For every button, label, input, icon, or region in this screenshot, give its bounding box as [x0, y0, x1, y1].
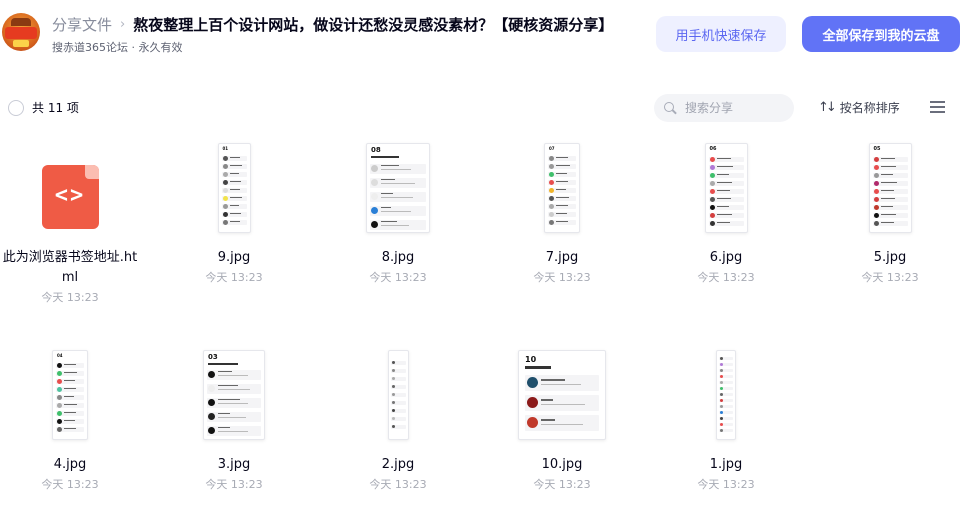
save-all-button[interactable]: 全部保存到我的云盘 — [802, 16, 960, 52]
file-item[interactable]: 2.jpg 今天 13:23 — [328, 343, 468, 494]
share-header: 分享文件 › 熬夜整理上百个设计网站，做设计还愁没灵感没素材？【硬核资源分享】 … — [0, 0, 970, 70]
image-preview: 03 — [203, 350, 265, 440]
file-time: 今天 13:23 — [533, 271, 591, 284]
file-thumbnail[interactable]: 10 — [492, 343, 632, 447]
code-icon: <> — [41, 165, 99, 229]
file-item[interactable]: 03 3.jpg 今天 13:23 — [164, 343, 304, 494]
file-item[interactable]: 07 7.jpg 今天 13:23 — [492, 136, 632, 287]
file-name[interactable]: 6.jpg — [656, 248, 796, 268]
image-preview — [716, 350, 736, 440]
image-preview: 05 — [868, 143, 912, 233]
file-name[interactable]: 1.jpg — [656, 455, 796, 475]
file-item[interactable]: 10 10.jpg 今天 13:23 — [492, 343, 632, 494]
file-name[interactable]: 10.jpg — [492, 455, 632, 475]
file-thumbnail[interactable]: 01 — [164, 136, 304, 240]
sort-icon: ↑↓ — [818, 100, 837, 115]
image-preview: 06 — [704, 143, 748, 233]
image-preview: 10 — [518, 350, 606, 440]
file-time: 今天 13:23 — [697, 271, 755, 284]
file-item[interactable]: <> 此为浏览器书签地址.html 今天 13:23 — [0, 136, 140, 307]
image-preview — [387, 350, 409, 440]
sort-button[interactable]: ↑↓ 按名称排序 — [818, 99, 900, 116]
image-preview: 01 — [217, 143, 251, 233]
file-name[interactable]: 5.jpg — [820, 248, 960, 268]
file-name[interactable]: 2.jpg — [328, 455, 468, 475]
sort-label: 按名称排序 — [839, 101, 900, 115]
avatar-shape — [11, 18, 31, 26]
file-item[interactable]: 1.jpg 今天 13:23 — [656, 343, 796, 494]
title-row: 分享文件 › 熬夜整理上百个设计网站，做设计还愁没灵感没素材？【硬核资源分享】 — [52, 13, 631, 35]
share-subtitle: 搜赤道365论坛 · 永久有效 — [52, 41, 183, 54]
image-preview: 07 — [544, 143, 580, 233]
chevron-right-icon: › — [120, 16, 126, 32]
file-name[interactable]: 此为浏览器书签地址.html — [0, 248, 140, 288]
page-title: 熬夜整理上百个设计网站，做设计还愁没灵感没素材？【硬核资源分享】 — [133, 15, 614, 34]
search-input[interactable] — [685, 101, 785, 115]
file-name[interactable]: 4.jpg — [0, 455, 140, 475]
search-icon — [664, 101, 677, 115]
file-time: 今天 13:23 — [205, 271, 263, 284]
sharer-avatar[interactable] — [2, 13, 40, 51]
breadcrumb-share-files[interactable]: 分享文件 — [52, 14, 112, 35]
file-thumbnail[interactable] — [656, 343, 796, 447]
image-preview: 08 — [366, 143, 430, 233]
menu-icon[interactable] — [930, 101, 945, 114]
file-time: 今天 13:23 — [369, 271, 427, 284]
avatar-shape — [5, 27, 37, 39]
avatar-shape — [13, 40, 29, 47]
select-all-checkbox[interactable] — [8, 100, 24, 116]
file-thumbnail[interactable]: 03 — [164, 343, 304, 447]
search-box[interactable] — [654, 94, 794, 122]
file-time: 今天 13:23 — [41, 478, 99, 491]
file-name[interactable]: 8.jpg — [328, 248, 468, 268]
file-thumbnail[interactable]: 04 — [0, 343, 140, 447]
file-thumbnail[interactable]: 07 — [492, 136, 632, 240]
file-thumbnail[interactable]: 06 — [656, 136, 796, 240]
file-thumbnail[interactable]: <> — [0, 136, 140, 240]
file-name[interactable]: 7.jpg — [492, 248, 632, 268]
mobile-save-button[interactable]: 用手机快速保存 — [656, 16, 786, 52]
file-toolbar: 共 11 项 ↑↓ 按名称排序 — [0, 90, 970, 126]
image-preview: 04 — [52, 350, 88, 440]
file-time: 今天 13:23 — [533, 478, 591, 491]
file-item[interactable]: 08 8.jpg 今天 13:23 — [328, 136, 468, 287]
file-item[interactable]: 01 9.jpg 今天 13:23 — [164, 136, 304, 287]
file-thumbnail[interactable]: 08 — [328, 136, 468, 240]
file-item[interactable]: 04 4.jpg 今天 13:23 — [0, 343, 140, 494]
file-time: 今天 13:23 — [41, 291, 99, 304]
file-name[interactable]: 3.jpg — [164, 455, 304, 475]
file-time: 今天 13:23 — [861, 271, 919, 284]
item-count: 共 11 项 — [32, 101, 79, 115]
file-thumbnail[interactable]: 05 — [820, 136, 960, 240]
file-thumbnail[interactable] — [328, 343, 468, 447]
file-item[interactable]: 06 6.jpg 今天 13:23 — [656, 136, 796, 287]
file-time: 今天 13:23 — [205, 478, 263, 491]
file-name[interactable]: 9.jpg — [164, 248, 304, 268]
file-time: 今天 13:23 — [369, 478, 427, 491]
file-item[interactable]: 05 5.jpg 今天 13:23 — [820, 136, 960, 287]
file-time: 今天 13:23 — [697, 478, 755, 491]
